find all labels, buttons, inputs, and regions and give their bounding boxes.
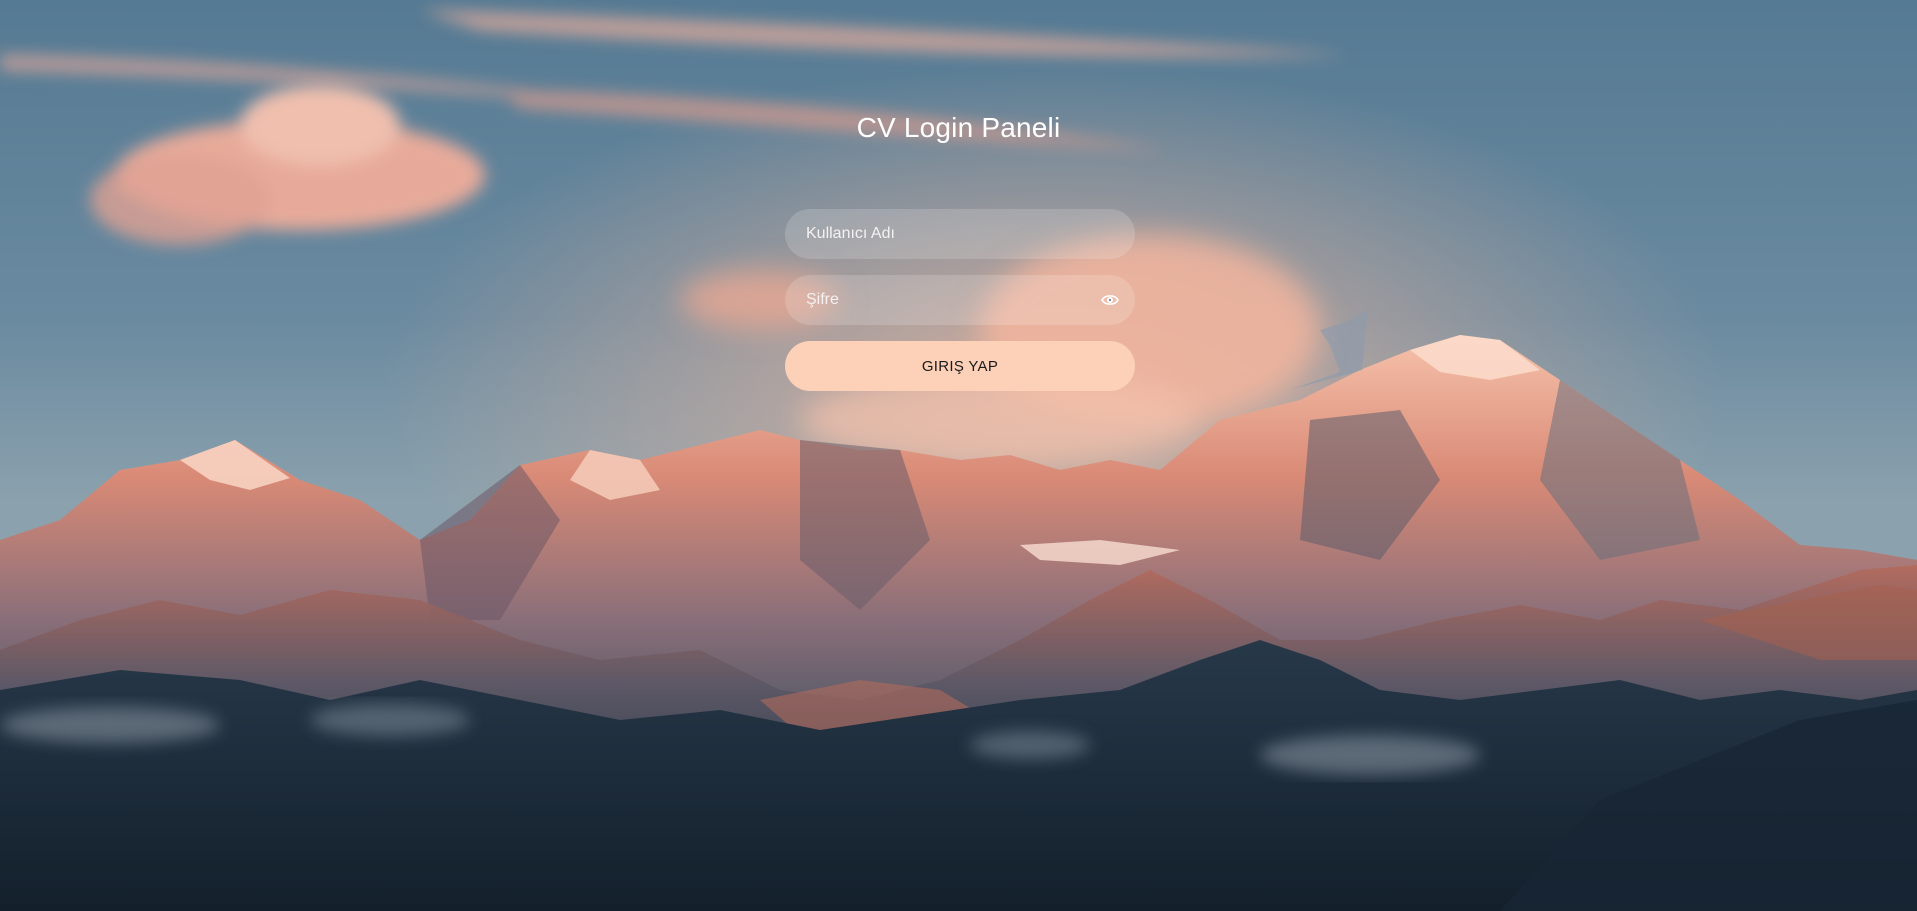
eye-icon[interactable] (1101, 292, 1119, 308)
password-field-container (785, 275, 1135, 325)
login-button[interactable]: GIRIŞ YAP (785, 341, 1135, 391)
page-title: CV Login Paneli (856, 112, 1061, 143)
login-page: CV Login Paneli GIRIŞ YAP (0, 0, 1917, 911)
username-input[interactable] (785, 209, 1135, 259)
username-field-container (785, 209, 1135, 259)
login-panel: CV Login Paneli GIRIŞ YAP (0, 0, 1917, 911)
password-input[interactable] (785, 275, 1135, 325)
